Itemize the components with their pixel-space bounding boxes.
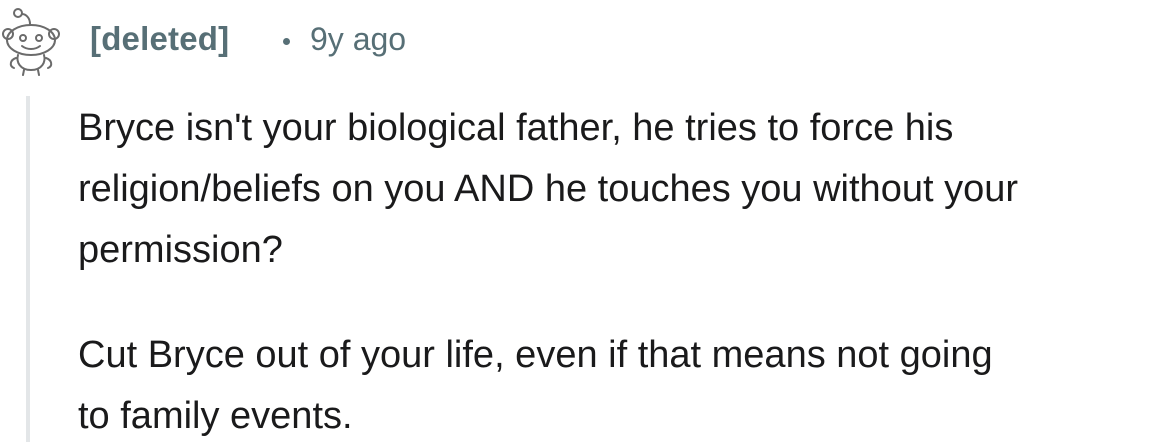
comment: [deleted] 9y ago Bryce isn't your biolog… (0, 0, 1169, 442)
thread-line[interactable] (26, 96, 30, 442)
comment-paragraph: Cut Bryce out of your life, even if that… (78, 334, 993, 437)
comment-paragraph: Bryce isn't your biological father, he t… (78, 107, 1018, 271)
comment-timestamp[interactable]: 9y ago (310, 21, 406, 58)
author-name[interactable]: [deleted] (90, 20, 229, 58)
snoo-avatar-icon[interactable] (0, 6, 66, 76)
comment-body: Bryce isn't your biological father, he t… (78, 98, 1169, 447)
separator-dot (283, 38, 290, 45)
comment-header: [deleted] 9y ago (0, 0, 1169, 80)
